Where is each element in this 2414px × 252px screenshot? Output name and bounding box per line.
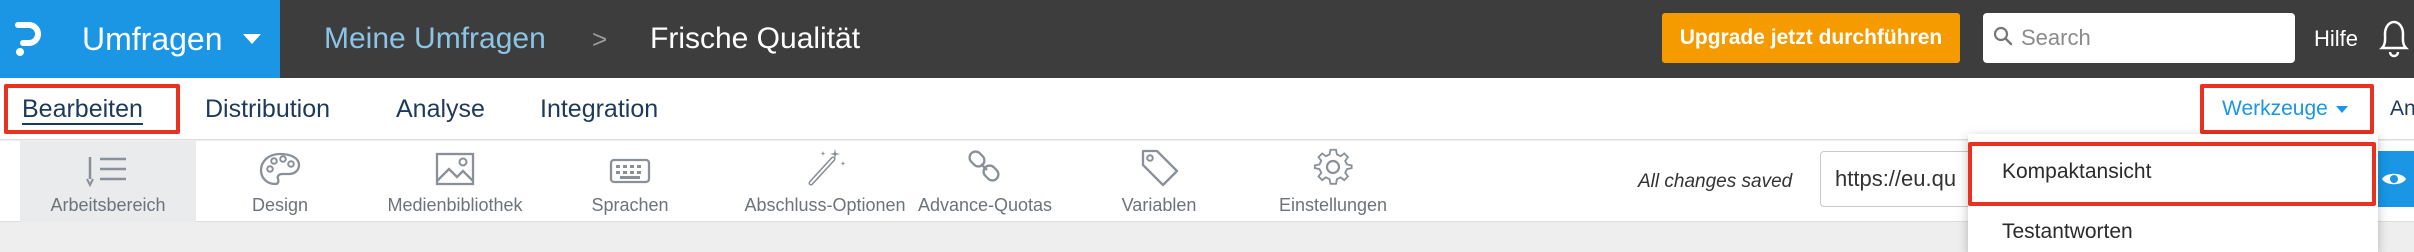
toolbar-advanced-quotas[interactable]: Advance-Quotas xyxy=(910,141,1060,222)
image-icon xyxy=(435,152,475,186)
toolbar-design[interactable]: Design xyxy=(225,141,335,222)
toolbar-settings[interactable]: Einstellungen xyxy=(1268,141,1398,222)
menu-item-test-responses[interactable]: Testantworten xyxy=(1968,212,2378,252)
toolbar-variables[interactable]: Variablen xyxy=(1104,141,1214,222)
toolbar-label: Abschluss-Optionen xyxy=(744,195,906,215)
search-input[interactable]: Search xyxy=(1983,13,2295,63)
search-icon xyxy=(1993,26,2013,51)
help-link[interactable]: Hilfe xyxy=(2314,0,2358,78)
toolbar-media-library[interactable]: Medienbibliothek xyxy=(360,141,550,222)
nav-extra-item[interactable]: An xyxy=(2390,78,2414,140)
breadcrumb-my-surveys[interactable]: Meine Umfragen xyxy=(324,0,546,78)
highlight-box-tools xyxy=(2200,84,2374,134)
eye-icon xyxy=(2382,173,2406,185)
chevron-down-icon xyxy=(242,34,261,44)
nav-bar: Bearbeiten Distribution Analyse Integrat… xyxy=(0,78,2414,140)
toolbar-label: Arbeitsbereich xyxy=(50,195,166,215)
toolbar-end-of-survey-options[interactable]: Abschluss-Optionen xyxy=(710,141,940,222)
tag-icon xyxy=(1141,149,1179,187)
gear-icon xyxy=(1313,148,1353,185)
highlight-box-compact-view xyxy=(1968,142,2376,206)
top-bar: Umfragen Meine Umfragen > Frische Qualit… xyxy=(0,0,2414,78)
preview-button[interactable] xyxy=(2374,151,2414,207)
upgrade-button[interactable]: Upgrade jetzt durchführen xyxy=(1662,13,1960,63)
highlight-box-edit xyxy=(4,84,180,134)
toolbar-label: Advance-Quotas xyxy=(917,195,1053,215)
toolbar-label: Einstellungen xyxy=(1278,195,1388,215)
search-placeholder: Search xyxy=(2021,25,2091,50)
toolbar-workspace[interactable]: Arbeitsbereich xyxy=(20,141,196,222)
save-status: All changes saved xyxy=(1638,170,1793,192)
app-logo-icon xyxy=(0,0,56,78)
tab-integration[interactable]: Integration xyxy=(540,78,658,140)
app-name: Umfragen xyxy=(82,20,223,57)
toolbar-languages[interactable]: Sprachen xyxy=(570,141,690,222)
toolbar-label: Variablen xyxy=(1121,195,1197,215)
toolbar-label: Medienbibliothek xyxy=(387,195,523,215)
survey-url-field[interactable]: https://eu.qu xyxy=(1820,151,1980,207)
keyboard-icon xyxy=(609,158,651,184)
toolbar-label: Design xyxy=(251,195,309,215)
chain-link-icon xyxy=(968,150,1000,182)
breadcrumb-separator: > xyxy=(592,23,608,54)
palette-icon xyxy=(259,152,301,186)
tab-distribution[interactable]: Distribution xyxy=(205,78,330,140)
product-switcher[interactable]: Umfragen xyxy=(0,0,280,78)
toolbar-label: Sprachen xyxy=(591,195,669,215)
survey-title: Frische Qualität xyxy=(650,22,861,55)
bell-icon[interactable] xyxy=(2374,16,2414,65)
list-icon xyxy=(86,157,126,187)
tab-analysis[interactable]: Analyse xyxy=(396,78,485,140)
magic-wand-icon xyxy=(808,149,846,186)
